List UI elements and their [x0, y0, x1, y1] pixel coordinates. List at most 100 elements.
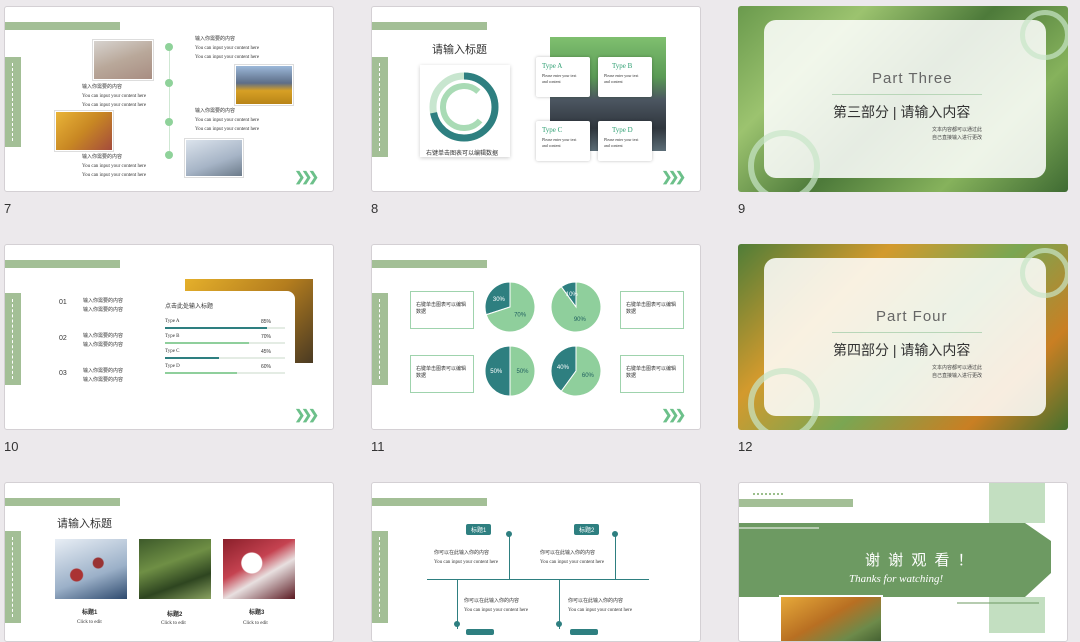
slide-number: 11: [371, 439, 385, 454]
pie-label: 10%: [566, 292, 579, 298]
timeline-dot: [556, 621, 562, 627]
slide-number: 10: [4, 439, 19, 454]
slide-thumbnail-9[interactable]: Part Three 第三部分 | 请输入内容 文本内容都可以通过此 自己直接输入…: [738, 6, 1068, 192]
accent-bar: [5, 22, 120, 30]
pie-label: 50%: [516, 369, 529, 375]
caption-title: 标题2: [167, 612, 183, 618]
bar-percent: 60%: [261, 364, 272, 370]
pie-label: 40%: [557, 365, 570, 371]
pie-charts: 30% 70% 10% 90% 50% 50% 40% 60%: [484, 281, 602, 397]
timeline-text: 你可以在此输入你的内容 You can input your content he…: [540, 551, 605, 565]
timeline-dot: [612, 531, 618, 537]
timeline-text: 你可以在此输入你的内容 You can input your content he…: [464, 599, 529, 613]
deco-circle: [1020, 248, 1068, 298]
timeline-dot: [454, 621, 460, 627]
side-bar: [5, 531, 21, 623]
bar-label: Type A: [165, 319, 180, 324]
slide-thumbnail-7[interactable]: 输入你需要的内容 You can input your content here Y…: [4, 6, 334, 192]
text-block: 输入你需要的内容 You can input your content here Y…: [82, 155, 147, 178]
text-box: 右键单击图表可以编辑数据: [410, 355, 474, 393]
slide-number: 9: [738, 201, 746, 216]
list-item: 01: [59, 299, 67, 306]
slide-thumbnail-8[interactable]: 请输入标题 右键单击图表可以编辑数据 Type A Please enter y…: [371, 6, 701, 192]
pie-label: 50%: [490, 369, 503, 375]
photo-autumn: [779, 595, 883, 641]
timeline-stem: [509, 535, 510, 579]
text-block: 输入你需要的内容 You can input your content here Y…: [195, 109, 260, 132]
deco-circle: [748, 130, 820, 192]
pie-label: 30%: [493, 297, 506, 303]
divider: [832, 332, 982, 333]
text-box: 右键单击图表可以编辑数据: [620, 291, 684, 329]
side-bar: [5, 57, 21, 147]
photo-autumn-tree: [55, 111, 113, 151]
timeline-stem: [615, 535, 616, 579]
timeline-dot: [506, 531, 512, 537]
caption-sub: Click to edit: [77, 620, 102, 625]
caption-title: 标题3: [249, 610, 265, 616]
chevron-icon: ❯❯❯: [661, 169, 686, 184]
deco-circle: [748, 368, 820, 430]
type-card-a: Type A Please enter your text and conten…: [536, 57, 590, 97]
side-bar: [5, 293, 21, 385]
timeline-dot: [165, 43, 173, 51]
bar-label: Type D: [165, 364, 180, 369]
accent-bar: [5, 260, 120, 268]
slide-thumbnail-13[interactable]: 请输入标题 标题1 Click to edit 标题2 Click to edi…: [4, 482, 334, 642]
accent-bar: [5, 498, 120, 506]
bar-fill: [165, 342, 249, 344]
thanks-subtitle: Thanks for watching!: [849, 573, 944, 585]
tag: 标题2: [574, 524, 600, 535]
photo-snow-tree: [185, 139, 243, 177]
list-item: 02: [59, 335, 67, 342]
slide-thumbnail-11[interactable]: 30% 70% 10% 90% 50% 50% 40% 60% 右键单击图表可以编辑数据 右键…: [371, 244, 701, 430]
slide-title: 请输入标题: [57, 518, 112, 530]
text-box: 右键单击图表可以编辑数据: [410, 291, 474, 329]
photo-red-leaves: [223, 539, 295, 599]
slide-thumbnail-14[interactable]: 标题1 标题2 你可以在此输入你的内容 You can input your co…: [371, 482, 701, 642]
text-box: 右键单击图表可以编辑数据: [620, 355, 684, 393]
item-text: 输入你需要的内容 输入你需要的内容: [83, 369, 124, 383]
bar-percent: 70%: [261, 334, 272, 340]
divider: [832, 94, 982, 95]
bar-percent: 45%: [261, 349, 272, 355]
tag-bottom: [466, 629, 494, 635]
bar-percent: 85%: [261, 319, 272, 325]
photo-building: [93, 40, 153, 80]
item-text: 输入你需要的内容 输入你需要的内容: [83, 334, 124, 348]
slide-thumbnail-10[interactable]: 点击此处输入标题 Type A 85% Type B 70% Type C 45% Type…: [4, 244, 334, 430]
bar-fill: [165, 372, 237, 374]
pie-label: 70%: [514, 312, 527, 318]
type-card-c: Type C Please enter your text and conten…: [536, 121, 590, 161]
bar-fill: [165, 357, 219, 359]
text-block: 输入你需要的内容 You can input your content here Y…: [82, 85, 147, 108]
pie-slice: [550, 281, 602, 333]
caption-sub: Click to edit: [161, 621, 186, 626]
chart-caption: 右键单击图表可以编辑数据: [426, 151, 499, 157]
photo-pine: [139, 539, 211, 599]
slide-thumbnail-15[interactable]: 谢 谢 观 看 ！ Thanks for watching!: [738, 482, 1068, 642]
timeline-line: [169, 47, 170, 157]
part-heading: 第四部分 | 请输入内容: [833, 342, 971, 358]
caption-sub: Click to edit: [243, 621, 268, 626]
text-block: 输入你需要的内容 You can input your content here Y…: [195, 37, 260, 60]
chevron-icon: ❯❯❯: [294, 169, 319, 184]
timeline-dot: [165, 151, 173, 159]
slide-number: 7: [4, 201, 12, 216]
accent-bar: [372, 498, 487, 506]
panel-title: 点击此处输入标题: [165, 304, 214, 310]
timeline-text: 你可以在此输入你的内容 You can input your content he…: [434, 551, 499, 565]
thanks-title: 谢 谢 观 看 ！: [865, 552, 975, 569]
timeline-axis: [427, 579, 649, 580]
bar-label: Type B: [165, 334, 180, 339]
bar-label: Type C: [165, 349, 180, 354]
pie-label: 60%: [582, 373, 595, 379]
slide-thumbnail-12[interactable]: Part Four 第四部分 | 请输入内容 文本内容都可以通过此 自己直接输入进…: [738, 244, 1068, 430]
caption-title: 标题1: [82, 610, 98, 616]
photo-berries: [55, 539, 127, 599]
type-card-d: Type D Please enter your text and conten…: [598, 121, 652, 161]
part-heading: 第三部分 | 请输入内容: [833, 104, 971, 120]
pie-label: 90%: [574, 317, 587, 323]
tag-bottom: [570, 629, 598, 635]
item-text: 输入你需要的内容 输入你需要的内容: [83, 299, 124, 313]
